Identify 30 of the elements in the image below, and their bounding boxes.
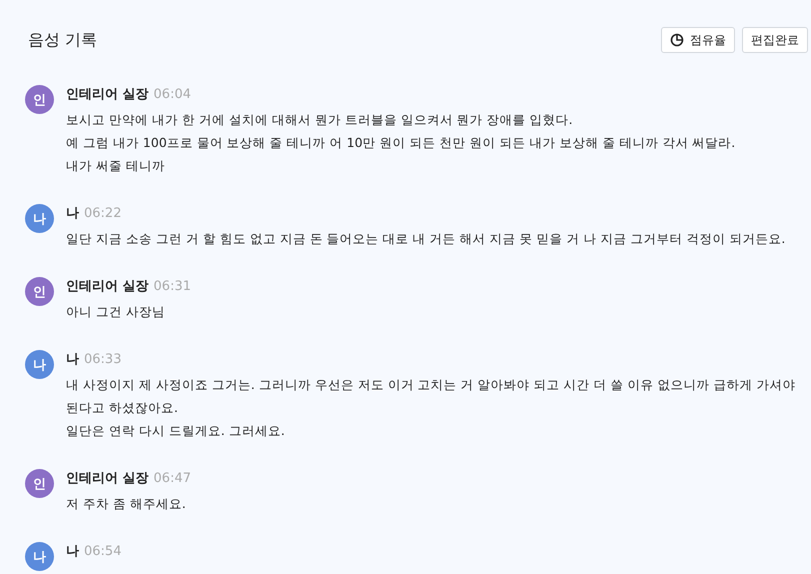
transcript-text: 내 사정이지 제 사정이죠 그거는. 그러니까 우선은 저도 이거 고치는 거 알아봐야 되고 시간 더 쓸 이유 없으니까 급하게 가셔야 된다고 하셨잖아요.	[66, 376, 796, 417]
timestamp: 06:33	[84, 352, 122, 367]
speaker-name: 나	[66, 543, 79, 560]
speaker-name: 나	[66, 205, 79, 222]
speaker-name: 나	[66, 351, 79, 368]
transcript-text: 보시고 만약에 내가 한 거에 설치에 대해서 뭔가 트러블을 일으켜서 뭔가 장애를 입혔다.	[66, 111, 574, 129]
transcript-text: 아니 그건 사장님	[66, 303, 166, 321]
timestamp: 06:22	[84, 206, 122, 221]
avatar: 나	[25, 350, 54, 379]
speaker-name: 인테리어 실장	[66, 470, 149, 487]
timestamp: 06:31	[154, 279, 191, 294]
timestamp: 06:04	[154, 87, 191, 102]
timestamp: 06:54	[84, 544, 122, 559]
transcript-text: 내가 써줄 테니까	[66, 157, 166, 175]
speaker-name: 인테리어 실장	[66, 86, 149, 103]
share-button[interactable]: 점유율	[661, 27, 735, 53]
page-title: 음성 기록	[28, 30, 98, 50]
timestamp: 06:47	[154, 471, 191, 486]
done-button[interactable]: 편집완료	[742, 27, 808, 53]
avatar: 나	[25, 542, 54, 571]
avatar: 인	[25, 85, 54, 114]
transcript-text: 일단은 연락 다시 드릴게요. 그러세요.	[66, 422, 286, 440]
avatar: 인	[25, 277, 54, 306]
avatar: 나	[25, 204, 54, 233]
transcript-text: 예 그럼 내가 100프로 물어 보상해 줄 테니까 어 10만 원이 되든 천만 원이 되든 내가 보상해 줄 테니까 각서 써달라.	[66, 134, 736, 152]
speaker-name: 인테리어 실장	[66, 278, 149, 295]
pie-chart-icon	[670, 33, 684, 47]
transcript-text: 저 주차 좀 해주세요.	[66, 495, 187, 513]
avatar: 인	[25, 469, 54, 498]
transcript-text: 일단 지금 소송 그런 거 할 힘도 없고 지금 돈 들어오는 대로 내 거든 해서 지금 못 믿을 거 나 지금 그거부터 걱정이 되거든요.	[66, 230, 786, 248]
